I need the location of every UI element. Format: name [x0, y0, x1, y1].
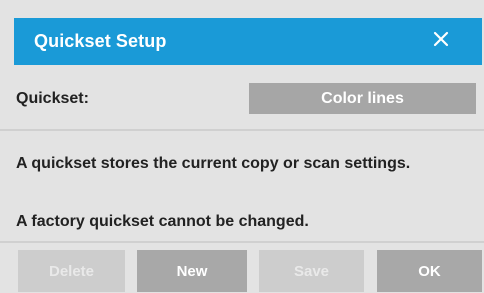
quickset-label: Quickset: [16, 90, 89, 107]
info-text-stores: A quickset stores the current copy or sc… [16, 155, 411, 172]
save-button-label: Save [293, 262, 330, 280]
close-icon [433, 31, 449, 52]
close-button[interactable] [427, 27, 455, 55]
new-button[interactable]: New [137, 250, 247, 292]
new-button-label: New [176, 262, 208, 280]
divider [0, 241, 484, 243]
ok-button-label: OK [418, 262, 441, 280]
delete-button-label: Delete [48, 262, 95, 280]
quickset-row: Quickset: Color lines [0, 83, 484, 117]
dialog-titlebar: Quickset Setup [14, 18, 482, 65]
delete-button[interactable]: Delete [18, 250, 125, 292]
quickset-select[interactable]: Color lines [249, 83, 476, 114]
info-text-factory: A factory quickset cannot be changed. [16, 213, 309, 230]
dialog-title: Quickset Setup [34, 31, 167, 51]
quickset-selected-value: Color lines [321, 89, 404, 107]
save-button[interactable]: Save [259, 250, 364, 292]
divider [0, 129, 484, 131]
ok-button[interactable]: OK [377, 250, 482, 292]
quickset-setup-dialog: Quickset Setup Quickset: Color lines A q… [0, 0, 484, 293]
button-row: Delete New Save OK [0, 250, 484, 293]
